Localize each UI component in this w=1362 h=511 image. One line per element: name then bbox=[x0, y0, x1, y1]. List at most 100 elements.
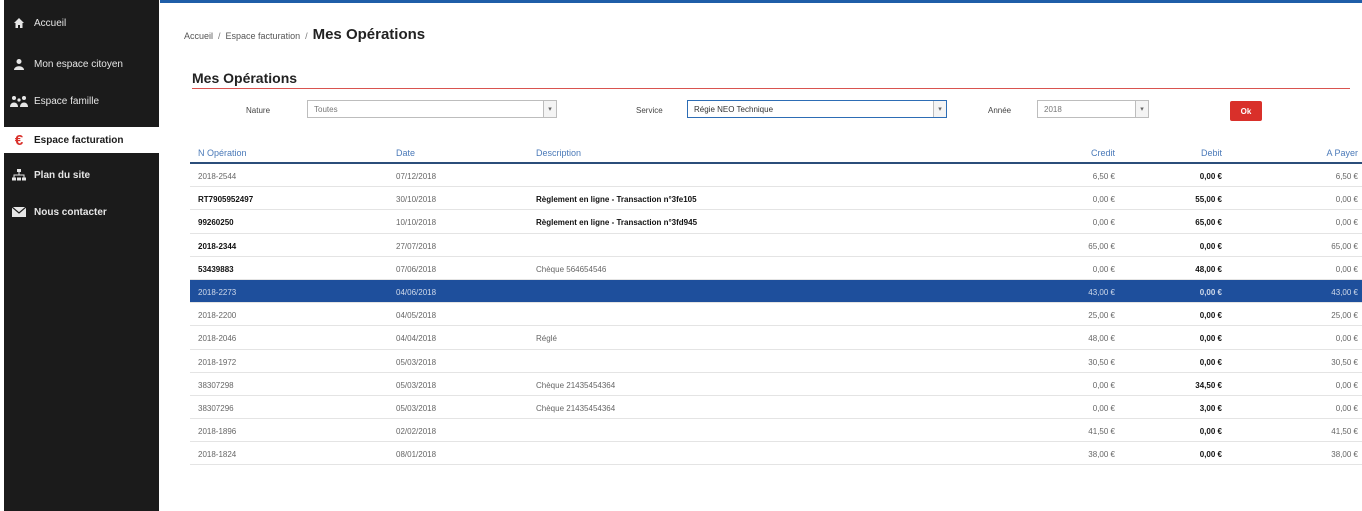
table-row-selected[interactable]: 2018-2273 04/06/2018 43,00 € 0,00 € 43,0… bbox=[190, 279, 1362, 304]
cell-num: 2018-2344 bbox=[198, 241, 237, 251]
filter-bar: Nature Toutes ▾ Service Régie NEO Techni… bbox=[160, 99, 1362, 123]
table-row[interactable]: 2018-2544 07/12/2018 6,50 € 0,00 € 6,50 … bbox=[190, 164, 1362, 188]
cell-a-payer: 30,50 € bbox=[1331, 357, 1358, 367]
cell-date: 08/01/2018 bbox=[396, 450, 437, 460]
cell-debit: 0,00 € bbox=[1199, 334, 1222, 344]
cell-num: 2018-2544 bbox=[198, 172, 237, 181]
breadcrumb-parent-link[interactable]: Espace facturation bbox=[226, 31, 301, 41]
column-header-date[interactable]: Date bbox=[396, 148, 415, 158]
cell-debit: 48,00 € bbox=[1195, 264, 1222, 274]
cell-debit: 0,00 € bbox=[1199, 287, 1222, 297]
cell-credit: 30,50 € bbox=[1088, 357, 1115, 367]
service-select[interactable]: Régie NEO Technique ▾ bbox=[687, 100, 947, 118]
cell-debit: 65,00 € bbox=[1195, 218, 1222, 228]
cell-a-payer: 0,00 € bbox=[1335, 334, 1358, 344]
table-row[interactable]: 53439883 07/06/2018 Chèque 564654546 0,0… bbox=[190, 257, 1362, 280]
cell-date: 07/06/2018 bbox=[396, 264, 437, 274]
table-row[interactable]: 38307298 05/03/2018 Chèque 21435454364 0… bbox=[190, 373, 1362, 396]
cell-date: 07/12/2018 bbox=[396, 172, 437, 181]
sidebar-item-plan-du-site[interactable]: Plan du site bbox=[4, 162, 159, 188]
cell-num: 99260250 bbox=[198, 218, 234, 228]
ok-button[interactable]: Ok bbox=[1230, 101, 1262, 121]
sidebar-item-espace-citoyen[interactable]: Mon espace citoyen bbox=[4, 51, 159, 77]
table-row[interactable]: 2018-2200 04/05/2018 25,00 € 0,00 € 25,0… bbox=[190, 303, 1362, 327]
table-row[interactable]: 99260250 10/10/2018 Règlement en ligne -… bbox=[190, 210, 1362, 234]
cell-date: 30/10/2018 bbox=[396, 195, 437, 205]
sidebar-item-accueil[interactable]: Accueil bbox=[4, 10, 159, 36]
breadcrumb: Accueil / Espace facturation / Mes Opéra… bbox=[184, 26, 425, 43]
column-header-a-payer[interactable]: A Payer bbox=[1326, 148, 1358, 158]
cell-credit: 0,00 € bbox=[1092, 195, 1115, 205]
column-header-description[interactable]: Description bbox=[536, 148, 581, 158]
cell-debit: 0,00 € bbox=[1199, 172, 1222, 181]
table-row[interactable]: 2018-1972 05/03/2018 30,50 € 0,00 € 30,5… bbox=[190, 350, 1362, 373]
sidebar-item-label: Espace facturation bbox=[34, 134, 124, 146]
cell-a-payer: 0,00 € bbox=[1335, 195, 1358, 205]
table-row[interactable]: 2018-2344 27/07/2018 65,00 € 0,00 € 65,0… bbox=[190, 234, 1362, 257]
table-row[interactable]: RT7905952497 30/10/2018 Règlement en lig… bbox=[190, 187, 1362, 211]
nature-select[interactable]: Toutes ▾ bbox=[307, 100, 557, 118]
cell-description: Règlement en ligne - Transaction n°3fd94… bbox=[536, 218, 698, 228]
cell-a-payer: 43,00 € bbox=[1331, 287, 1358, 297]
cell-num: 2018-2273 bbox=[198, 287, 237, 297]
breadcrumb-home-link[interactable]: Accueil bbox=[184, 31, 213, 41]
operations-table: N Opération Date Description Credit Debi… bbox=[190, 140, 1362, 466]
sidebar-item-label: Plan du site bbox=[34, 169, 91, 181]
sidebar-item-espace-famille[interactable]: Espace famille bbox=[4, 88, 159, 114]
cell-debit: 34,50 € bbox=[1195, 380, 1222, 390]
dropdown-arrow-icon: ▾ bbox=[543, 101, 556, 117]
table-row[interactable]: 2018-1896 02/02/2018 41,50 € 0,00 € 41,5… bbox=[190, 419, 1362, 443]
app: Accueil Mon espace citoyen Espace famill… bbox=[0, 0, 1362, 511]
home-icon bbox=[4, 17, 34, 29]
column-header-debit[interactable]: Debit bbox=[1201, 148, 1222, 158]
annee-select-value: 2018 bbox=[1044, 105, 1062, 114]
cell-credit: 6,50 € bbox=[1092, 172, 1115, 181]
euro-icon: € bbox=[14, 131, 24, 149]
cell-num: 53439883 bbox=[198, 264, 234, 274]
cell-num: 2018-2200 bbox=[198, 311, 237, 321]
cell-credit: 38,00 € bbox=[1088, 450, 1115, 460]
service-select-value: Régie NEO Technique bbox=[694, 105, 774, 114]
cell-a-payer: 0,00 € bbox=[1335, 403, 1358, 413]
table-row[interactable]: 2018-2046 04/04/2018 Réglé 48,00 € 0,00 … bbox=[190, 326, 1362, 350]
family-icon bbox=[4, 95, 34, 107]
cell-credit: 0,00 € bbox=[1092, 264, 1115, 274]
sidebar-item-espace-facturation[interactable]: € Espace facturation bbox=[4, 127, 159, 153]
cell-a-payer: 0,00 € bbox=[1335, 380, 1358, 390]
sidebar-item-label: Nous contacter bbox=[34, 206, 107, 218]
cell-date: 02/02/2018 bbox=[396, 427, 437, 437]
cell-date: 05/03/2018 bbox=[396, 357, 437, 367]
nature-select-value: Toutes bbox=[314, 105, 338, 114]
cell-a-payer: 0,00 € bbox=[1335, 264, 1358, 274]
main-content: Accueil / Espace facturation / Mes Opéra… bbox=[160, 0, 1362, 511]
breadcrumb-separator: / bbox=[305, 31, 308, 41]
cell-description: Chèque 21435454364 bbox=[536, 380, 616, 390]
cell-debit: 0,00 € bbox=[1199, 450, 1222, 460]
sidebar-item-nous-contacter[interactable]: Nous contacter bbox=[4, 199, 159, 225]
cell-a-payer: 0,00 € bbox=[1335, 218, 1358, 228]
cell-date: 27/07/2018 bbox=[396, 241, 437, 251]
sidebar-item-label: Espace famille bbox=[34, 95, 100, 107]
table-row[interactable]: 2018-1824 08/01/2018 38,00 € 0,00 € 38,0… bbox=[190, 442, 1362, 466]
cell-a-payer: 38,00 € bbox=[1331, 450, 1358, 460]
cell-num: 2018-1972 bbox=[198, 357, 237, 367]
column-header-num[interactable]: N Opération bbox=[198, 148, 247, 158]
column-header-credit[interactable]: Credit bbox=[1091, 148, 1115, 158]
sidebar-item-label: Accueil bbox=[34, 17, 67, 29]
section-title: Mes Opérations bbox=[192, 70, 298, 86]
annee-select[interactable]: 2018 ▾ bbox=[1037, 100, 1149, 118]
cell-date: 04/04/2018 bbox=[396, 334, 437, 344]
cell-description: Réglé bbox=[536, 334, 557, 344]
cell-a-payer: 41,50 € bbox=[1331, 427, 1358, 437]
cell-date: 04/05/2018 bbox=[396, 311, 437, 321]
user-icon bbox=[4, 58, 34, 70]
cell-num: 2018-2046 bbox=[198, 334, 237, 344]
cell-date: 05/03/2018 bbox=[396, 380, 437, 390]
cell-credit: 0,00 € bbox=[1092, 403, 1115, 413]
dropdown-arrow-icon: ▾ bbox=[933, 101, 946, 117]
annee-label: Année bbox=[988, 106, 1012, 115]
cell-num: 38307298 bbox=[198, 380, 234, 390]
cell-debit: 0,00 € bbox=[1199, 427, 1222, 437]
table-row[interactable]: 38307296 05/03/2018 Chèque 21435454364 0… bbox=[190, 396, 1362, 420]
cell-a-payer: 25,00 € bbox=[1331, 311, 1358, 321]
